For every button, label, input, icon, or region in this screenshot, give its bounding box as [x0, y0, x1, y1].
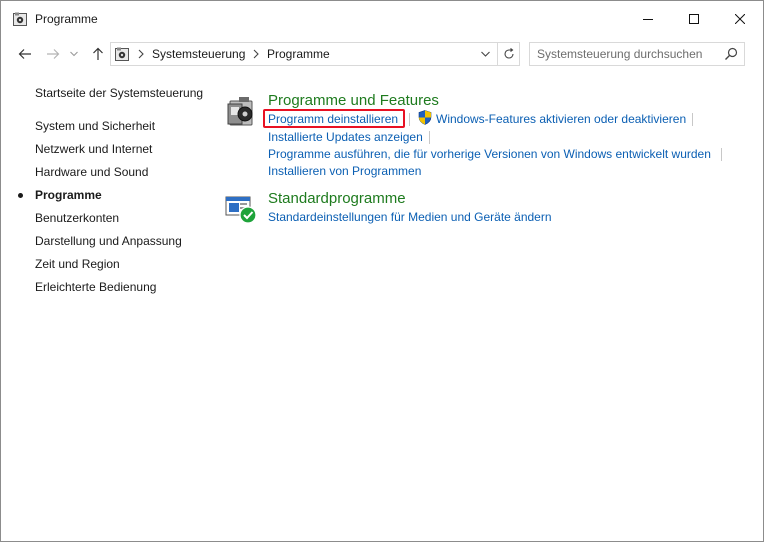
autoplay-settings-link[interactable]: Standardeinstellungen für Medien und Ger… — [268, 210, 552, 224]
forward-button[interactable] — [43, 44, 63, 64]
search-box — [529, 42, 745, 66]
recent-locations-button[interactable] — [68, 44, 80, 64]
chevron-right-icon — [253, 49, 259, 59]
arrow-right-icon — [47, 49, 60, 59]
link-separator — [429, 131, 430, 144]
sidebar-home-link[interactable]: Startseite der Systemsteuerung — [35, 86, 203, 100]
title-bar: Programme — [1, 1, 763, 37]
arrow-left-icon — [18, 49, 31, 59]
installed-updates-link[interactable]: Installierte Updates anzeigen — [268, 130, 423, 144]
maximize-icon — [689, 14, 699, 24]
sidebar-item-programs[interactable]: Programme — [35, 188, 102, 202]
maximize-button[interactable] — [671, 1, 717, 37]
chevron-down-icon — [70, 51, 78, 57]
search-icon[interactable] — [724, 47, 738, 61]
sidebar-item-ease-of-access[interactable]: Erleichterte Bedienung — [35, 280, 156, 294]
programs-features-title[interactable]: Programme und Features — [268, 92, 439, 109]
search-input[interactable] — [537, 46, 717, 62]
category-programs-features: Programme und Features Programm deinstal… — [225, 92, 745, 182]
sidebar-item-clock-region[interactable]: Zeit und Region — [35, 257, 120, 271]
refresh-icon — [503, 48, 514, 59]
address-bar[interactable]: Systemsteuerung Programme — [110, 42, 520, 66]
default-programs-icon — [225, 196, 257, 224]
arrow-up-icon — [93, 47, 103, 60]
refresh-button[interactable] — [497, 43, 519, 65]
uninstall-program-link[interactable]: Programm deinstallieren — [268, 112, 398, 126]
sidebar-item-hardware-sound[interactable]: Hardware und Sound — [35, 165, 148, 179]
breadcrumb-systemsteuerung[interactable]: Systemsteuerung — [152, 47, 245, 61]
sidebar-item-user-accounts[interactable]: Benutzerkonten — [35, 211, 119, 225]
category-default-programs: Standardprogramme Standardeinstellungen … — [225, 190, 745, 230]
default-programs-title[interactable]: Standardprogramme — [268, 190, 406, 207]
windows-features-link[interactable]: Windows-Features aktivieren oder deaktiv… — [436, 112, 686, 126]
sidebar-item-network-internet[interactable]: Netzwerk und Internet — [35, 142, 152, 156]
link-separator — [692, 113, 693, 126]
control-panel-icon — [115, 47, 129, 61]
navigation-bar: Systemsteuerung Programme — [1, 39, 763, 69]
close-icon — [735, 14, 745, 24]
program-compatibility-link[interactable]: Programme ausführen, die für vorherige V… — [268, 147, 711, 161]
minimize-icon — [643, 19, 653, 20]
install-programs-link[interactable]: Installieren von Programmen — [268, 164, 421, 178]
window-title: Programme — [35, 12, 98, 26]
sidebar-item-system-security[interactable]: System und Sicherheit — [35, 119, 155, 133]
up-button[interactable] — [88, 44, 108, 64]
active-bullet — [18, 193, 23, 198]
link-separator — [721, 148, 722, 161]
minimize-button[interactable] — [625, 1, 671, 37]
control-panel-icon — [13, 12, 27, 26]
close-button[interactable] — [717, 1, 763, 37]
chevron-down-icon — [480, 51, 490, 57]
back-button[interactable] — [15, 44, 35, 64]
control-panel-window: Programme Systemsteuerung Programme Syst… — [0, 0, 764, 542]
breadcrumb-programme[interactable]: Programme — [267, 47, 330, 61]
chevron-right-icon — [138, 49, 144, 59]
uac-shield-icon — [418, 110, 432, 125]
programs-features-icon — [227, 97, 253, 126]
sidebar-item-appearance[interactable]: Darstellung und Anpassung — [35, 234, 182, 248]
link-separator — [409, 113, 410, 126]
address-dropdown-button[interactable] — [475, 43, 495, 65]
